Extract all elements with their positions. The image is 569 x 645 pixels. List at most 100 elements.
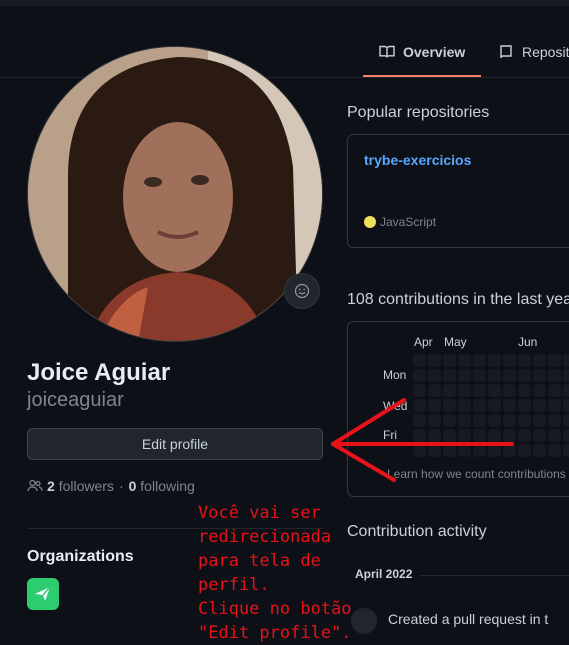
contribution-cell[interactable] (428, 429, 441, 442)
avatar-image (28, 47, 322, 341)
contribution-cell[interactable] (443, 369, 456, 382)
contribution-cell[interactable] (503, 429, 516, 442)
contribution-cell[interactable] (413, 399, 426, 412)
contribution-cell[interactable] (473, 369, 486, 382)
contribution-cell[interactable] (458, 354, 471, 367)
contribution-cell[interactable] (548, 369, 561, 382)
contribution-cell[interactable] (458, 399, 471, 412)
contribution-cell[interactable] (488, 399, 501, 412)
contribution-cell[interactable] (413, 414, 426, 427)
contribution-cell[interactable] (533, 429, 546, 442)
following-link[interactable]: 0 following (129, 478, 195, 494)
contribution-cell[interactable] (518, 399, 531, 412)
repo-icon (500, 45, 512, 59)
contribution-cell[interactable] (533, 384, 546, 397)
contribution-cell[interactable] (413, 444, 426, 457)
contribution-cell[interactable] (533, 354, 546, 367)
contribution-cell[interactable] (563, 429, 569, 442)
contribution-cell[interactable] (488, 369, 501, 382)
contribution-cell[interactable] (563, 384, 569, 397)
graph-month-label: Jun (518, 335, 538, 349)
contribution-cell[interactable] (533, 414, 546, 427)
contribution-cell[interactable] (473, 384, 486, 397)
contribution-cell[interactable] (563, 444, 569, 457)
contribution-cell[interactable] (458, 444, 471, 457)
contribution-cell[interactable] (428, 369, 441, 382)
contribution-cell[interactable] (548, 414, 561, 427)
contribution-cell[interactable] (533, 369, 546, 382)
contribution-cell[interactable] (548, 444, 561, 457)
followers-count: 2 (47, 478, 55, 494)
contribution-cell[interactable] (503, 369, 516, 382)
contribution-cell[interactable] (518, 429, 531, 442)
contribution-cell[interactable] (488, 429, 501, 442)
profile-full-name: Joice Aguiar (27, 359, 171, 386)
contribution-cell[interactable] (443, 429, 456, 442)
contribution-cell[interactable] (548, 399, 561, 412)
contribution-cell[interactable] (473, 399, 486, 412)
profile-username: joiceaguiar (27, 389, 124, 411)
contribution-cell[interactable] (428, 384, 441, 397)
contribution-cell[interactable] (443, 399, 456, 412)
contribution-cell[interactable] (413, 354, 426, 367)
graph-month-label: Apr (414, 335, 433, 349)
learn-contributions-link[interactable]: Learn how we count contributions (387, 467, 566, 481)
contribution-cell[interactable] (443, 354, 456, 367)
contribution-cell[interactable] (428, 444, 441, 457)
contribution-cell[interactable] (458, 429, 471, 442)
tab-repositories[interactable]: Reposit (498, 42, 569, 62)
contribution-cell[interactable] (458, 369, 471, 382)
contribution-cell[interactable] (473, 429, 486, 442)
contribution-cell[interactable] (473, 414, 486, 427)
contribution-cell[interactable] (428, 354, 441, 367)
contribution-cell[interactable] (488, 444, 501, 457)
contribution-cell[interactable] (503, 399, 516, 412)
contribution-cell[interactable] (413, 384, 426, 397)
contribution-cell[interactable] (518, 414, 531, 427)
contribution-cell[interactable] (563, 414, 569, 427)
contribution-cell[interactable] (503, 354, 516, 367)
contribution-cell[interactable] (413, 369, 426, 382)
contribution-cell[interactable] (563, 399, 569, 412)
edit-profile-button[interactable]: Edit profile (27, 428, 323, 460)
contribution-cell[interactable] (428, 414, 441, 427)
contribution-cell[interactable] (443, 444, 456, 457)
contribution-cell[interactable] (458, 414, 471, 427)
organization-avatar[interactable] (27, 578, 59, 610)
contribution-cell[interactable] (488, 384, 501, 397)
avatar[interactable] (27, 46, 323, 342)
set-status-button[interactable] (284, 273, 320, 309)
tab-overview[interactable]: Overview (379, 42, 465, 62)
contribution-cell[interactable] (563, 354, 569, 367)
contribution-cell[interactable] (548, 354, 561, 367)
contribution-cell[interactable] (503, 444, 516, 457)
contribution-cell[interactable] (488, 354, 501, 367)
contribution-cell[interactable] (473, 354, 486, 367)
contribution-cell[interactable] (413, 429, 426, 442)
contribution-cell[interactable] (563, 369, 569, 382)
contribution-cell[interactable] (548, 429, 561, 442)
contribution-cell[interactable] (548, 384, 561, 397)
contribution-cell[interactable] (443, 414, 456, 427)
contribution-cell[interactable] (503, 384, 516, 397)
contribution-cell[interactable] (533, 444, 546, 457)
contribution-cell[interactable] (518, 444, 531, 457)
timeline-divider (420, 575, 569, 576)
followers-link[interactable]: 2 followers (47, 478, 114, 494)
contribution-cell[interactable] (458, 384, 471, 397)
contribution-cell[interactable] (518, 369, 531, 382)
contribution-cell[interactable] (473, 444, 486, 457)
contribution-cell[interactable] (533, 399, 546, 412)
tutorial-annotation: Você vai ser redirecionada para tela de … (198, 503, 352, 643)
repo-name-link[interactable]: trybe-exercicios (364, 152, 471, 168)
tab-overview-label: Overview (403, 44, 466, 60)
contribution-cell[interactable] (503, 414, 516, 427)
contribution-cell[interactable] (488, 414, 501, 427)
contribution-cell[interactable] (428, 399, 441, 412)
contribution-cell[interactable] (443, 384, 456, 397)
contribution-cell[interactable] (518, 384, 531, 397)
graph-day-label: Mon (383, 368, 407, 382)
organizations-heading: Organizations (27, 548, 134, 565)
contribution-cell[interactable] (518, 354, 531, 367)
activity-item[interactable]: Created a pull request in t (388, 611, 548, 627)
